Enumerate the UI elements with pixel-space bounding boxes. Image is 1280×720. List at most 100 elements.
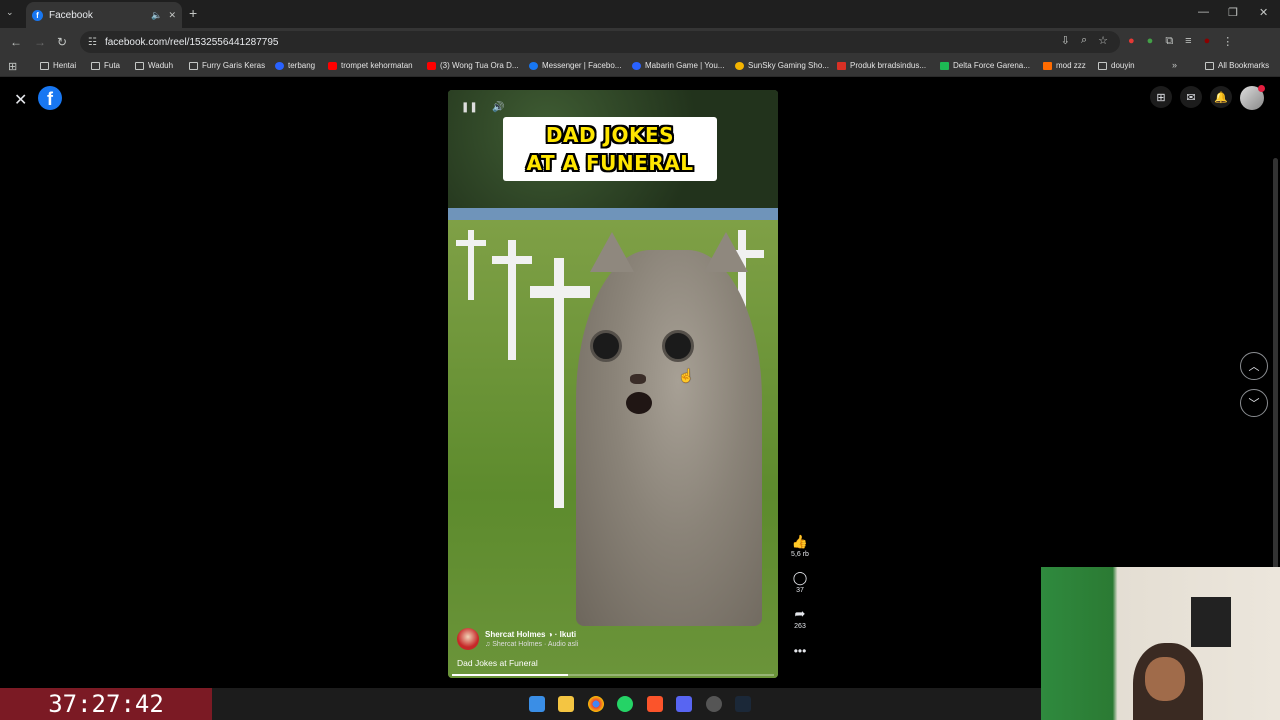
cat-nose: [630, 374, 646, 384]
all-bookmarks[interactable]: All Bookmarks: [1205, 61, 1269, 70]
minimize-icon[interactable]: —: [1198, 6, 1209, 18]
window-close-icon[interactable]: ✕: [1259, 6, 1268, 19]
bookmark-item[interactable]: Furry Garis Keras: [189, 61, 265, 70]
site-icon: [1043, 61, 1052, 70]
more-options-button[interactable]: •••: [794, 642, 807, 658]
reel-video[interactable]: DAD JOKES AT A FUNERAL ❚❚ 🔊 Shercat Holm…: [448, 90, 778, 678]
comment-button[interactable]: ◯ 37: [793, 570, 808, 594]
share-count: 263: [794, 623, 806, 630]
like-button[interactable]: 👍 5,6 rb: [791, 534, 809, 558]
folder-icon: [189, 61, 198, 70]
reel-caption: Dad Jokes at Funeral: [457, 658, 538, 668]
site-icon: [632, 61, 641, 70]
media-icon[interactable]: ≡: [1185, 35, 1191, 48]
volume-icon[interactable]: 🔊: [492, 102, 504, 113]
title-line-1: DAD JOKES: [545, 123, 675, 147]
youtube-icon: [328, 61, 337, 70]
profile-icon[interactable]: ●: [1204, 35, 1211, 48]
settings-icon[interactable]: [706, 696, 722, 712]
tab-search-icon[interactable]: ⌄: [6, 7, 14, 18]
zoom-icon[interactable]: ⌕: [1081, 34, 1087, 47]
discord-icon[interactable]: [676, 696, 692, 712]
tab-close-icon[interactable]: ✕: [168, 10, 176, 21]
pause-icon[interactable]: ❚❚: [461, 102, 478, 113]
site-icon: [837, 61, 846, 70]
extensions-puzzle-icon[interactable]: ⧉: [1165, 35, 1173, 48]
whatsapp-icon[interactable]: [617, 696, 633, 712]
video-progress-bar[interactable]: [452, 674, 774, 676]
restore-icon[interactable]: ❐: [1228, 6, 1238, 19]
new-tab-button[interactable]: +: [189, 5, 197, 21]
tab-audio-icon[interactable]: 🔈: [151, 10, 162, 21]
steam-icon[interactable]: [735, 696, 751, 712]
bookmark-item[interactable]: Delta Force Garena...: [940, 61, 1030, 70]
like-count: 5,6 rb: [791, 551, 809, 558]
author-name[interactable]: Shercat Holmes: [485, 630, 545, 639]
install-icon[interactable]: ⇩: [1061, 34, 1070, 47]
extension-icon[interactable]: ●: [1128, 35, 1135, 48]
cat-ear: [590, 232, 634, 272]
bookmarks-overflow-icon[interactable]: »: [1172, 60, 1177, 70]
extension-icon[interactable]: ●: [1147, 35, 1154, 48]
webcam-face: [1145, 657, 1185, 701]
bookmark-star-icon[interactable]: ☆: [1098, 34, 1108, 47]
bookmark-item[interactable]: douyin: [1098, 61, 1135, 70]
next-reel-button[interactable]: ﹀: [1240, 389, 1268, 417]
folder-icon: [1098, 61, 1107, 70]
previous-reel-button[interactable]: ︿: [1240, 352, 1268, 380]
audio-source[interactable]: Shercat Holmes · Audio asli: [492, 641, 578, 648]
back-icon[interactable]: ←: [10, 35, 22, 49]
bookmark-item[interactable]: Messenger | Facebo...: [529, 61, 621, 70]
page-scrollbar[interactable]: [1273, 158, 1278, 638]
fb-header-actions: ⊞ ✉ 🔔: [1150, 85, 1265, 110]
share-button[interactable]: ➦ 263: [794, 606, 806, 630]
address-bar[interactable]: ☷ facebook.com/reel/1532556441287795 ⇩ ⌕…: [80, 31, 1120, 53]
tab-facebook[interactable]: f Facebook 🔈 ✕: [26, 2, 182, 28]
cat-figure: [576, 232, 762, 626]
grave-cross: [530, 286, 590, 298]
thumbs-up-icon: 👍: [791, 534, 809, 549]
bookmarks-bar: ⊞ Hentai Futa Waduh Furry Garis Keras te…: [0, 56, 1280, 77]
notification-dot: [1258, 85, 1265, 92]
site-info-icon[interactable]: ☷: [88, 37, 97, 48]
menu-grid-icon[interactable]: ⊞: [1150, 86, 1172, 108]
bookmark-item[interactable]: mod zzz: [1043, 61, 1086, 70]
bookmark-item[interactable]: Waduh: [135, 61, 173, 70]
messenger-icon[interactable]: ✉: [1180, 86, 1202, 108]
bookmark-item[interactable]: Hentai: [40, 61, 76, 70]
share-icon: ➦: [794, 606, 806, 621]
author-avatar[interactable]: [457, 628, 479, 650]
bookmark-item[interactable]: Futa: [91, 61, 120, 70]
brave-icon[interactable]: [647, 696, 663, 712]
notifications-bell-icon[interactable]: 🔔: [1210, 86, 1232, 108]
taskbar: [212, 688, 1041, 720]
facebook-favicon-icon: f: [32, 9, 43, 21]
youtube-icon: [427, 61, 436, 70]
apps-grid-icon[interactable]: ⊞: [8, 60, 17, 73]
folder-icon: [135, 61, 144, 70]
cat-eye: [662, 330, 694, 362]
facebook-logo-icon[interactable]: f: [38, 86, 62, 110]
account-avatar[interactable]: [1240, 85, 1265, 110]
comment-count: 37: [796, 587, 804, 594]
bookmark-item[interactable]: Produk brradsindus...: [837, 61, 926, 70]
bookmark-item[interactable]: trompet kehormatan: [328, 61, 413, 70]
close-viewer-icon[interactable]: ✕: [14, 90, 27, 110]
grave-cross: [456, 240, 486, 246]
chrome-icon[interactable]: [588, 696, 604, 712]
file-explorer-icon[interactable]: [558, 696, 574, 712]
browser-toolbar: ← → ↻ ☷ facebook.com/reel/15325564412877…: [0, 28, 1280, 56]
folder-icon: [40, 61, 49, 70]
follow-link[interactable]: Ikuti: [560, 630, 576, 639]
title-line-2: AT A FUNERAL: [526, 151, 694, 175]
bookmark-item[interactable]: terbang: [275, 61, 315, 70]
bookmark-item[interactable]: SunSky Gaming Sho...: [735, 61, 829, 70]
forward-icon[interactable]: →: [34, 35, 46, 49]
bookmark-item[interactable]: (3) Wong Tua Ora D...: [427, 61, 519, 70]
bookmark-item[interactable]: Mabarin Game | You...: [632, 61, 724, 70]
chevron-down-icon: ﹀: [1248, 398, 1260, 410]
menu-icon[interactable]: ⋮: [1222, 35, 1233, 48]
webcam-bag: [1191, 597, 1231, 647]
windows-start-icon[interactable]: [529, 696, 545, 712]
reload-icon[interactable]: ↻: [57, 35, 67, 49]
